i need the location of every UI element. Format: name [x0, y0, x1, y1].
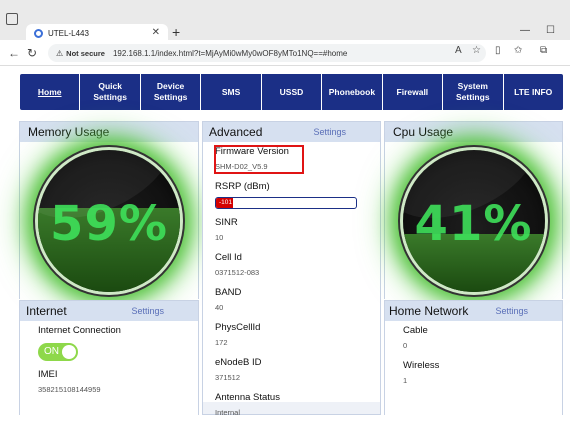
sinr-label: SINR [215, 217, 238, 228]
rsrp-label: RSRP (dBm) [215, 181, 270, 192]
nav-system-settings[interactable]: System Settings [443, 74, 504, 110]
toggle-label: ON [44, 346, 59, 357]
home-network-settings-link[interactable]: Settings [495, 306, 528, 316]
reload-icon[interactable]: ↻ [27, 46, 37, 60]
wireless-label: Wireless [403, 360, 440, 371]
antenna-status-label: Antenna Status [215, 392, 280, 403]
cell-id-value: 0371512-083 [215, 268, 260, 277]
enodeb-id-value: 371512 [215, 373, 241, 382]
phys-cell-id-label: PhysCellId [215, 322, 261, 333]
new-tab-icon[interactable]: + [172, 24, 180, 40]
nav-quick-settings[interactable]: Quick Settings [80, 74, 141, 110]
main-nav: Home Quick Settings Device Settings SMS … [20, 74, 563, 110]
url-text[interactable]: 192.168.1.1/index.html?t=MjAyMi0wMy0wOF8… [113, 49, 347, 58]
site-favicon-icon [34, 28, 43, 38]
sinr-value: 10 [215, 233, 224, 242]
maximize-icon[interactable]: ☐ [546, 25, 555, 36]
split-screen-icon[interactable]: ▯ [495, 45, 501, 56]
enodeb-id-label: eNodeB ID [215, 357, 262, 368]
antenna-status-value: Internal [215, 408, 241, 417]
memory-usage-title: Memory Usage [28, 125, 110, 139]
cable-label: Cable [403, 325, 428, 336]
cable-value: 0 [403, 341, 408, 350]
advanced-title: Advanced [209, 125, 263, 139]
rsrp-value: -101 [219, 199, 233, 206]
browser-tab-bar: UTEL-L443 ✕ + — ☐ [0, 0, 570, 42]
cpu-percent: 41% [414, 196, 533, 252]
back-icon[interactable]: ← [8, 46, 20, 60]
memory-percent: 59% [50, 196, 168, 252]
tab-actions-icon[interactable] [6, 13, 18, 25]
minimize-icon[interactable]: — [520, 25, 530, 36]
cpu-usage-title: Cpu Usage [393, 125, 454, 139]
read-aloud-icon[interactable]: A [455, 45, 462, 56]
memory-gauge: 59% [38, 150, 180, 292]
nav-ussd[interactable]: USSD [262, 74, 323, 110]
address-bar: ← ↻ ⚠ Not secure 192.168.1.1/index.html?… [0, 40, 570, 66]
home-network-panel: Home Network Settings Cable 0 Wireless 1 [384, 300, 563, 421]
advanced-settings-link[interactable]: Settings [313, 127, 346, 137]
home-network-title: Home Network [389, 304, 469, 318]
imei-value: 358215108144959 [38, 385, 101, 394]
cpu-gauge: 41% [402, 150, 545, 292]
collections-icon[interactable]: ⧉ [540, 45, 547, 56]
internet-connection-toggle[interactable]: ON [38, 343, 78, 361]
firmware-highlight-box [214, 145, 304, 174]
internet-panel: Internet Settings Internet Connection ON… [19, 300, 199, 421]
nav-home[interactable]: Home [20, 74, 81, 110]
internet-title: Internet [26, 304, 67, 318]
toggle-knob [62, 345, 76, 359]
cpu-usage-panel: Cpu Usage 41% [384, 121, 563, 300]
favorites-icon[interactable]: ✩ [514, 45, 522, 56]
favorite-star-icon[interactable]: ☆ [472, 45, 481, 56]
band-label: BAND [215, 287, 242, 298]
cell-id-label: Cell Id [215, 252, 242, 263]
nav-phonebook[interactable]: Phonebook [322, 74, 383, 110]
not-secure-label[interactable]: Not secure [66, 49, 105, 58]
url-field[interactable]: ⚠ Not secure 192.168.1.1/index.html?t=Mj… [48, 44, 486, 62]
phys-cell-id-value: 172 [215, 338, 228, 347]
router-page: Home Quick Settings Device Settings SMS … [0, 66, 570, 421]
tab-title: UTEL-L443 [48, 28, 89, 38]
internet-settings-link[interactable]: Settings [131, 306, 164, 316]
memory-usage-panel: Memory Usage 59% [19, 121, 199, 300]
internet-connection-label: Internet Connection [38, 325, 121, 336]
nav-sms[interactable]: SMS [201, 74, 262, 110]
wireless-value: 1 [403, 376, 408, 385]
nav-device-settings[interactable]: Device Settings [141, 74, 202, 110]
imei-label: IMEI [38, 369, 58, 380]
rsrp-bar: -101 [215, 197, 357, 209]
nav-firewall[interactable]: Firewall [383, 74, 444, 110]
nav-lte-info[interactable]: LTE INFO [504, 74, 563, 110]
close-tab-icon[interactable]: ✕ [152, 27, 160, 38]
warning-icon[interactable]: ⚠ [56, 49, 63, 58]
band-value: 40 [215, 303, 224, 312]
